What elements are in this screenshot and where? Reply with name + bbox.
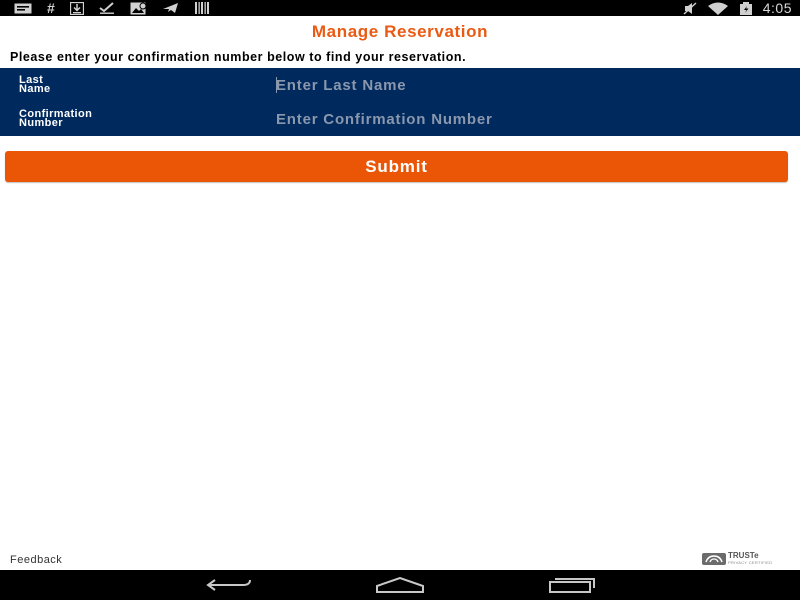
home-icon[interactable]: [375, 575, 425, 595]
check-icon: [99, 2, 115, 14]
feedback-link[interactable]: Feedback: [10, 554, 62, 566]
reservation-form: Last Name Confirmation Number: [0, 68, 800, 136]
submit-button[interactable]: Submit: [5, 151, 788, 182]
last-name-input[interactable]: [276, 74, 786, 96]
recent-apps-icon[interactable]: [547, 575, 597, 595]
back-icon[interactable]: [204, 575, 254, 595]
gallery-icon: [130, 2, 148, 15]
message-icon: [14, 3, 32, 14]
clock: 4:05: [762, 0, 792, 16]
truste-logo[interactable]: TRUSTe PRIVACY CERTIFIED: [702, 551, 792, 565]
status-right-icons: 4:05: [673, 0, 792, 16]
download-icon: [69, 1, 84, 15]
status-bar: # 4:05: [0, 0, 800, 16]
navigation-bar: [0, 570, 800, 600]
last-name-row: Last Name: [0, 68, 800, 102]
last-name-label: Last Name: [19, 74, 51, 95]
confirmation-number-row: Confirmation Number: [0, 102, 800, 136]
wifi-icon: [707, 2, 729, 15]
barcode-icon: [194, 2, 210, 14]
confirmation-number-input[interactable]: [276, 108, 786, 130]
truste-seal-icon: [702, 552, 726, 565]
battery-icon: [739, 1, 753, 15]
status-left-icons: #: [14, 1, 225, 15]
airplane-icon: [162, 2, 179, 14]
truste-sub-label: PRIVACY CERTIFIED: [728, 559, 773, 565]
page-title: Manage Reservation: [311, 22, 489, 41]
hash-icon: #: [47, 0, 55, 16]
confirmation-number-label: Confirmation Number: [19, 108, 93, 129]
mute-icon: [683, 1, 697, 15]
instructions-text: Please enter your confirmation number be…: [10, 50, 467, 64]
